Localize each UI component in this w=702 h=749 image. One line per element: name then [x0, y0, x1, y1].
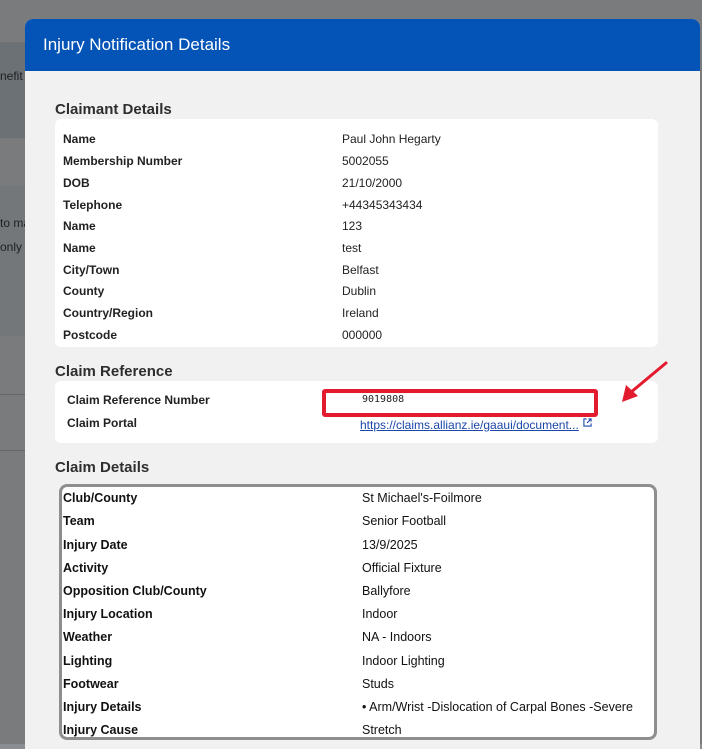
- row-label: Name: [63, 219, 96, 233]
- row-value: Indoor Lighting: [362, 654, 445, 668]
- row-label: Claim Portal: [67, 416, 138, 430]
- row-value: Official Fixture: [362, 561, 442, 575]
- claim-details-row: Team Senior Football: [62, 510, 654, 533]
- claimant-row: County Dublin: [55, 281, 658, 301]
- claim-reference-heading: Claim Reference: [55, 363, 173, 380]
- claim-details-row: Injury Date 13/9/2025: [62, 534, 654, 557]
- claimant-row: Name Paul John Hegarty: [55, 129, 658, 149]
- row-value: +44345343434: [342, 198, 423, 212]
- injury-notification-modal: Injury Notification Details Claimant Det…: [25, 19, 700, 749]
- claimant-row: Country/Region Ireland: [55, 303, 658, 323]
- row-label: Injury Cause: [63, 723, 139, 737]
- row-label: Postcode: [63, 328, 118, 342]
- claim-details-row: Injury Location Indoor: [62, 603, 654, 626]
- row-label: Injury Details: [63, 700, 142, 714]
- claim-details-row: Opposition Club/County Ballyfore: [62, 580, 654, 603]
- claimant-row: Name 123: [55, 216, 658, 236]
- row-label: Membership Number: [63, 154, 183, 168]
- claimant-row: Postcode 000000: [55, 325, 658, 345]
- row-value: 21/10/2000: [342, 176, 403, 190]
- row-value: 123: [342, 219, 363, 233]
- row-value: Ireland: [342, 306, 379, 320]
- claimant-details-heading: Claimant Details: [55, 101, 172, 118]
- row-value: test: [342, 241, 362, 255]
- row-label: Club/County: [63, 491, 138, 505]
- row-value: Paul John Hegarty: [342, 132, 441, 146]
- row-value: Ballyfore: [362, 584, 411, 598]
- claim-details-box: Club/County St Michael's-Foilmore Team Sen…: [59, 484, 657, 740]
- claimant-row: DOB 21/10/2000: [55, 173, 658, 193]
- row-label: Lighting: [63, 654, 113, 668]
- row-value: Belfast: [342, 263, 379, 277]
- portal-link-highlight: [322, 389, 598, 417]
- modal-header: Injury Notification Details: [25, 19, 700, 71]
- row-value: Dublin: [342, 284, 377, 298]
- row-label: Opposition Club/County: [63, 584, 207, 598]
- claim-details-row: Weather NA - Indoors: [62, 626, 654, 649]
- row-value: St Michael's-Foilmore: [362, 491, 482, 505]
- row-label: Injury Location: [63, 607, 153, 621]
- claimant-row: Telephone +44345343434: [55, 195, 658, 215]
- claimant-row: Name test: [55, 238, 658, 258]
- claim-details-row: Injury Cause Stretch: [62, 719, 654, 737]
- modal-title: Injury Notification Details: [43, 35, 231, 54]
- row-value: Indoor: [362, 607, 398, 621]
- arrow-icon: [622, 361, 668, 402]
- row-label: DOB: [63, 176, 90, 190]
- row-value: Senior Football: [362, 514, 447, 528]
- claim-details-row: Injury Details • Arm/Wrist -Dislocation o…: [62, 696, 654, 719]
- claimant-details-panel: Name Paul John Hegarty Membership Number 5…: [55, 119, 658, 347]
- row-value: • Arm/Wrist -Dislocation of Carpal Bones…: [362, 700, 633, 714]
- row-label: Claim Reference Number: [67, 393, 210, 407]
- claim-details-heading: Claim Details: [55, 459, 150, 476]
- claimant-row: City/Town Belfast: [55, 260, 658, 280]
- claim-details-row: Club/County St Michael's-Foilmore: [62, 487, 654, 510]
- row-label: Activity: [63, 561, 109, 575]
- row-label: Team: [63, 514, 95, 528]
- row-value: 5002055: [342, 154, 389, 168]
- row-label: County: [63, 284, 105, 298]
- row-label: Name: [63, 241, 96, 255]
- row-label: Injury Date: [63, 538, 128, 552]
- row-label: Weather: [63, 630, 113, 644]
- row-label: Name: [63, 132, 96, 146]
- claim-portal-link-text[interactable]: https://claims.allianz.ie/gaaui/document…: [360, 418, 579, 432]
- claim-details-row: Lighting Indoor Lighting: [62, 650, 654, 673]
- claimant-row: Membership Number 5002055: [55, 151, 658, 171]
- row-value: 13/9/2025: [362, 538, 418, 552]
- row-label: Footwear: [63, 677, 119, 691]
- claim-details-row: Footwear Studs: [62, 673, 654, 696]
- row-value: 000000: [342, 328, 383, 342]
- row-value: NA - Indoors: [362, 630, 432, 644]
- row-value: Stretch: [362, 723, 402, 737]
- row-label: Telephone: [63, 198, 123, 212]
- row-label: Country/Region: [63, 306, 153, 320]
- row-value: Studs: [362, 677, 394, 691]
- claim-details-row: Activity Official Fixture: [62, 557, 654, 580]
- row-label: City/Town: [63, 263, 120, 277]
